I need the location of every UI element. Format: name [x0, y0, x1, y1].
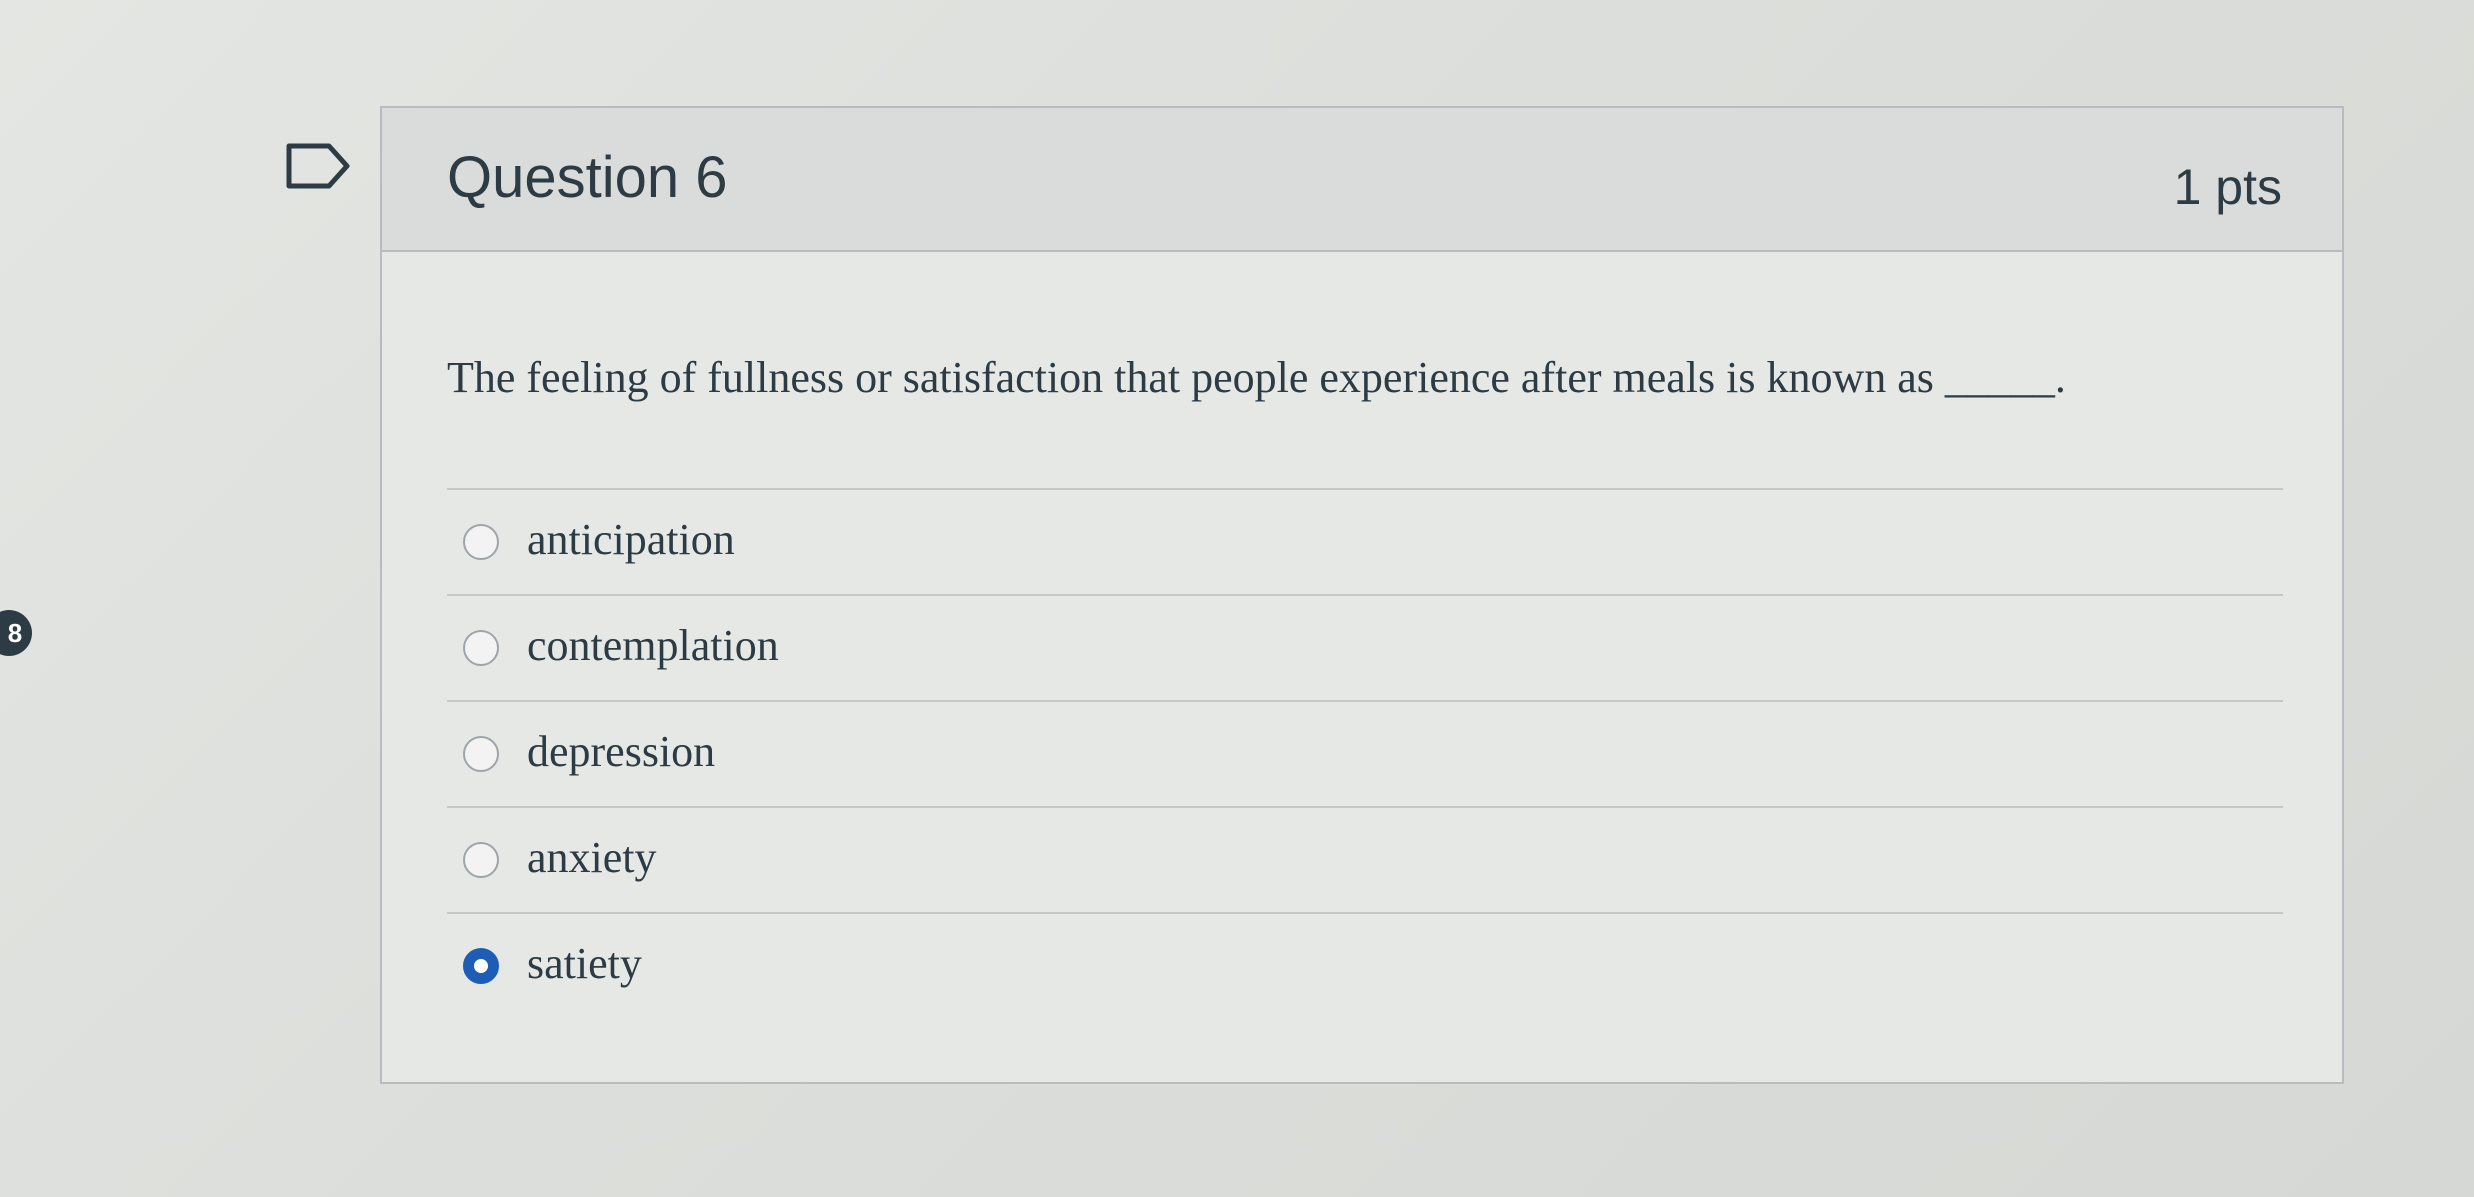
- question-points: 1 pts: [2173, 159, 2282, 215]
- radio-button-selected[interactable]: [463, 948, 499, 984]
- question-header: Question 6 1 pts: [382, 108, 2342, 252]
- answer-option-anticipation[interactable]: anticipation: [447, 488, 2283, 594]
- answer-option-anxiety[interactable]: anxiety: [447, 806, 2283, 912]
- question-title: Question 6: [447, 145, 728, 210]
- question-text: The feeling of fullness or satisfaction …: [447, 353, 2066, 402]
- answer-label[interactable]: contemplation: [527, 620, 779, 671]
- radio-button[interactable]: [463, 524, 499, 560]
- answer-label[interactable]: anticipation: [527, 514, 735, 565]
- answer-list: anticipation contemplation depression an…: [447, 488, 2283, 1018]
- radio-button[interactable]: [463, 736, 499, 772]
- flag-question-icon[interactable]: [285, 142, 353, 190]
- answer-label[interactable]: satiety: [527, 938, 642, 989]
- side-notification-badge: 8: [0, 610, 32, 656]
- answer-label[interactable]: depression: [527, 726, 715, 777]
- radio-button[interactable]: [463, 630, 499, 666]
- answer-option-depression[interactable]: depression: [447, 700, 2283, 806]
- answer-label[interactable]: anxiety: [527, 832, 657, 883]
- answer-option-satiety[interactable]: satiety: [447, 912, 2283, 1018]
- answer-option-contemplation[interactable]: contemplation: [447, 594, 2283, 700]
- question-card: Question 6 1 pts The feeling of fullness…: [380, 106, 2344, 1084]
- radio-button[interactable]: [463, 842, 499, 878]
